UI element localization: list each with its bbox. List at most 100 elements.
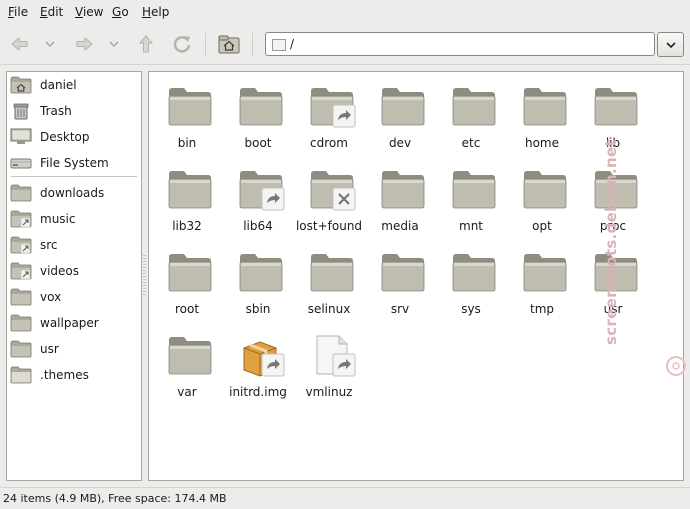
sidebar-item-wallpaper[interactable]: wallpaper [10, 312, 138, 334]
home-button[interactable] [217, 33, 241, 57]
sidebar-item-src[interactable]: src [10, 234, 138, 256]
watermark-text: screenshots.debian.net [602, 139, 620, 345]
menu-label-rest: iew [82, 5, 104, 19]
menu-label-rest: dit [47, 5, 64, 19]
sidebar-item-desktop[interactable]: Desktop [10, 126, 138, 148]
debian-logo-icon [666, 356, 686, 376]
toolbar-separator [205, 33, 206, 57]
sidebar-item-vox[interactable]: vox [10, 286, 138, 308]
file-item[interactable]: srv [365, 238, 435, 316]
drive-icon [10, 154, 32, 172]
forward-history-dropdown[interactable] [104, 32, 124, 56]
pane-resize-handle[interactable] [143, 255, 146, 295]
file-item[interactable]: vmlinuz [294, 321, 364, 399]
folder-icon [450, 168, 496, 210]
sidebar-item-label: Desktop [40, 130, 90, 144]
file-item[interactable]: lost+found [294, 155, 364, 233]
file-item[interactable]: initrd.img [223, 321, 293, 399]
menu-label-rest: elp [151, 5, 170, 19]
sidebar-item-label: usr [40, 342, 59, 356]
folder-icon [10, 314, 32, 332]
sidebar-item-label: wallpaper [40, 316, 99, 330]
back-history-dropdown[interactable] [40, 32, 60, 56]
back-arrow-icon [11, 36, 28, 52]
sidebar-item-usr[interactable]: usr [10, 338, 138, 360]
folder-link-icon [10, 210, 32, 228]
folder-icon [10, 184, 32, 202]
folder-icon [521, 251, 567, 293]
home-folder-icon [10, 76, 32, 94]
file-item[interactable]: etc [436, 72, 506, 150]
file-item[interactable]: root [152, 238, 222, 316]
sidebar-item-file-system[interactable]: File System [10, 152, 138, 174]
folder-icon [10, 288, 32, 306]
file-item[interactable]: var [152, 321, 222, 399]
folder-link-icon [10, 262, 32, 280]
folder-no-access-icon [308, 168, 356, 211]
menu-file[interactable]: File [8, 5, 28, 19]
file-item[interactable]: lib32 [152, 155, 222, 233]
sidebar-item-music[interactable]: music [10, 208, 138, 230]
sidebar-item-label: music [40, 212, 76, 226]
folder-icon [10, 340, 32, 358]
sidebar-item-label: src [40, 238, 58, 252]
folder-link-icon [308, 85, 356, 128]
reload-button[interactable] [170, 32, 194, 56]
sidebar-item-videos[interactable]: videos [10, 260, 138, 282]
chevron-down-icon [45, 41, 55, 48]
up-button[interactable] [134, 32, 158, 56]
file-item[interactable]: bin [152, 72, 222, 150]
sidebar-item-label: .themes [40, 368, 89, 382]
menu-mnemonic: E [40, 5, 48, 19]
sidebar-separator [11, 176, 137, 177]
folder-icon [237, 251, 283, 293]
file-link-icon [308, 334, 356, 377]
location-bar[interactable]: / [265, 32, 655, 56]
file-item[interactable]: tmp [507, 238, 577, 316]
folder-icon [521, 85, 567, 127]
back-button[interactable] [6, 32, 34, 56]
menu-help[interactable]: Help [142, 5, 169, 19]
folder-icon [166, 85, 212, 127]
status-text: 24 items (4.9 MB), Free space: 174.4 MB [3, 492, 227, 505]
folder-icon [308, 251, 354, 293]
menu-label-rest: o [121, 5, 129, 19]
file-item[interactable]: media [365, 155, 435, 233]
file-item[interactable]: boot [223, 72, 293, 150]
file-item[interactable]: cdrom [294, 72, 364, 150]
folder-link-icon [10, 236, 32, 254]
menu-view[interactable]: View [75, 5, 103, 19]
forward-arrow-icon [76, 36, 93, 52]
file-item[interactable]: selinux [294, 238, 364, 316]
file-item[interactable]: mnt [436, 155, 506, 233]
location-dropdown-button[interactable] [657, 32, 684, 57]
file-item[interactable]: sbin [223, 238, 293, 316]
menu-go[interactable]: Go [112, 5, 129, 19]
trash-icon [10, 102, 32, 120]
sidebar-item-downloads[interactable]: downloads [10, 182, 138, 204]
folder-open-icon [10, 366, 32, 384]
menu-edit[interactable]: Edit [40, 5, 63, 19]
file-item[interactable]: dev [365, 72, 435, 150]
folder-icon [237, 85, 283, 127]
folder-icon [379, 251, 425, 293]
folder-icon [166, 168, 212, 210]
folder-icon [521, 168, 567, 210]
location-path: / [290, 37, 295, 51]
folder-icon [450, 251, 496, 293]
folder-icon [379, 85, 425, 127]
sidebar-item-themes[interactable]: .themes [10, 364, 138, 386]
toolbar-separator [252, 33, 253, 57]
sidebar-item-label: Trash [40, 104, 72, 118]
sidebar-item-daniel[interactable]: daniel [10, 74, 138, 96]
file-item[interactable]: sys [436, 238, 506, 316]
forward-button[interactable] [70, 32, 98, 56]
file-item[interactable]: opt [507, 155, 577, 233]
file-item[interactable]: lib64 [223, 155, 293, 233]
folder-icon [450, 85, 496, 127]
folder-icon [166, 334, 212, 376]
file-item[interactable]: home [507, 72, 577, 150]
menu-label-rest: ile [14, 5, 29, 19]
sidebar-item-label: downloads [40, 186, 105, 200]
sidebar-item-trash[interactable]: Trash [10, 100, 138, 122]
